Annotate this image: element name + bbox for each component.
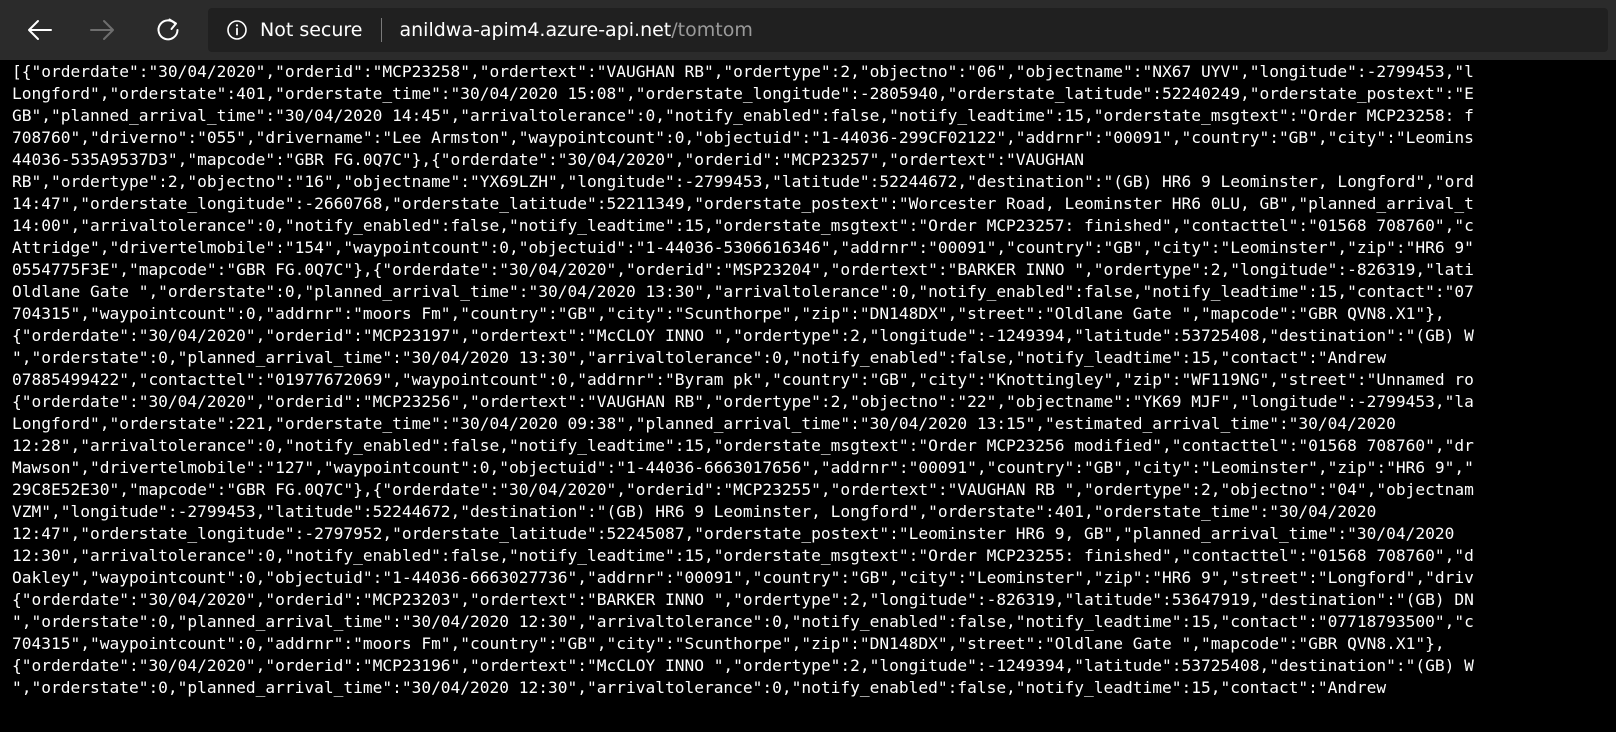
back-arrow-icon xyxy=(28,20,52,40)
json-line: GB","planned_arrival_time":"30/04/2020 1… xyxy=(12,106,1474,125)
forward-button[interactable] xyxy=(82,10,122,50)
json-line: [{"orderdate":"30/04/2020","orderid":"MC… xyxy=(12,62,1474,81)
info-circle-icon[interactable] xyxy=(226,19,248,41)
address-divider xyxy=(380,18,382,42)
json-line: Oakley","waypointcount":0,"objectuid":"1… xyxy=(12,568,1474,587)
refresh-button[interactable] xyxy=(148,10,188,50)
json-line: {"orderdate":"30/04/2020","orderid":"MCP… xyxy=(12,590,1474,609)
json-line: {"orderdate":"30/04/2020","orderid":"MCP… xyxy=(12,656,1474,675)
json-line: 44036-535A9537D3","mapcode":"GBR FG.0Q7C… xyxy=(12,150,1085,169)
json-line: 07885499422","contacttel":"01977672069",… xyxy=(12,370,1474,389)
json-line: Attridge","drivertelmobile":"154","waypo… xyxy=(12,238,1474,257)
back-button[interactable] xyxy=(20,10,60,50)
security-status-text[interactable]: Not secure xyxy=(260,19,363,41)
url-path[interactable]: /tomtom xyxy=(671,19,753,41)
json-line: Longford","orderstate":221,"orderstate_t… xyxy=(12,414,1396,433)
json-line: ","orderstate":0,"planned_arrival_time":… xyxy=(12,348,1387,367)
json-line: Mawson","drivertelmobile":"127","waypoin… xyxy=(12,458,1474,477)
address-bar[interactable]: Not secure anildwa-apim4.azure-api.net /… xyxy=(208,8,1608,52)
json-line: 12:30","arrivaltolerance":0,"notify_enab… xyxy=(12,546,1474,565)
json-line: 14:00","arrivaltolerance":0,"notify_enab… xyxy=(12,216,1474,235)
browser-toolbar: Not secure anildwa-apim4.azure-api.net /… xyxy=(0,0,1616,60)
json-response-body: [{"orderdate":"30/04/2020","orderid":"MC… xyxy=(12,61,1616,732)
json-line: RB","ordertype":2,"objectno":"16","objec… xyxy=(12,172,1474,191)
json-line: 14:47","orderstate_longitude":-2660768,"… xyxy=(12,194,1474,213)
json-line: 12:47","orderstate_longitude":-2797952,"… xyxy=(12,524,1455,543)
json-line: 12:28","arrivaltolerance":0,"notify_enab… xyxy=(12,436,1474,455)
json-line: {"orderdate":"30/04/2020","orderid":"MCP… xyxy=(12,392,1474,411)
json-line: ","orderstate":0,"planned_arrival_time":… xyxy=(12,612,1474,631)
json-line: 29C8E52E30","mapcode":"GBR FG.0Q7C"},{"o… xyxy=(12,480,1474,499)
refresh-icon xyxy=(157,18,179,41)
url-host[interactable]: anildwa-apim4.azure-api.net xyxy=(400,19,672,41)
json-line: VZM","longitude":-2799453,"latitude":522… xyxy=(12,502,1377,521)
json-line: 0554775F3E","mapcode":"GBR FG.0Q7C"},{"o… xyxy=(12,260,1474,279)
json-line: Longford","orderstate":401,"orderstate_t… xyxy=(12,84,1474,103)
json-line: 704315","waypointcount":0,"addrnr":"moor… xyxy=(12,304,1445,323)
json-line: ","orderstate":0,"planned_arrival_time":… xyxy=(12,678,1387,697)
forward-arrow-icon xyxy=(90,20,114,40)
json-line: 708760","driverno":"055","drivername":"L… xyxy=(12,128,1474,147)
json-line: Oldlane Gate ","orderstate":0,"planned_a… xyxy=(12,282,1474,301)
json-line: 704315","waypointcount":0,"addrnr":"moor… xyxy=(12,634,1445,653)
json-line: {"orderdate":"30/04/2020","orderid":"MCP… xyxy=(12,326,1474,345)
